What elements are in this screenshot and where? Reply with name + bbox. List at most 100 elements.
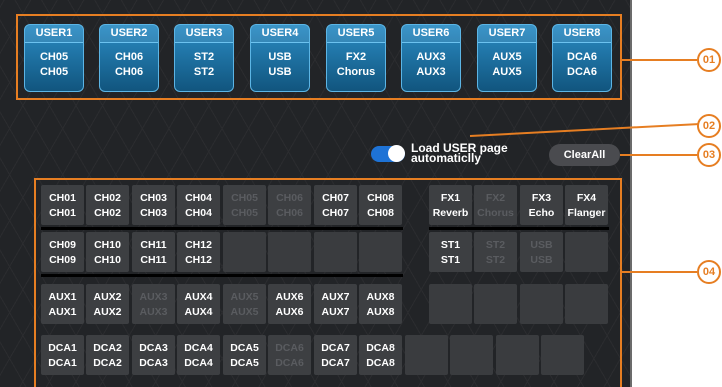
dca-button-dca2[interactable]: DCA2 DCA2 xyxy=(86,335,129,375)
user-button-channel: FX2 xyxy=(345,51,367,63)
callout-02: 02 xyxy=(697,114,721,138)
user-button-name: ST2 xyxy=(193,66,215,78)
channel-button-ch02[interactable]: CH02 CH02 xyxy=(86,185,129,225)
user-button-channel: AUX3 xyxy=(416,51,446,63)
aux-button-aux6[interactable]: AUX6 AUX6 xyxy=(268,284,311,324)
aux-name: AUX2 xyxy=(93,306,122,318)
dca-label: DCA1 xyxy=(48,342,77,354)
dca-label: DCA8 xyxy=(366,342,395,354)
aux-name: AUX8 xyxy=(366,306,395,318)
callout-04: 04 xyxy=(697,260,721,284)
row-divider xyxy=(41,227,403,230)
channel-button-ch04[interactable]: CH04 CH04 xyxy=(177,185,220,225)
user-button-label: USER4 xyxy=(251,25,309,43)
channel-button-ch05[interactable]: CH05 CH05 xyxy=(223,185,266,225)
fx-button-fx1[interactable]: FX1 Reverb xyxy=(429,185,472,225)
dca-button-dca3[interactable]: DCA3 DCA3 xyxy=(132,335,175,375)
empty-slot xyxy=(314,232,357,272)
user-button-name: Chorus xyxy=(336,66,376,78)
stereo-button-st2[interactable]: ST2 ST2 xyxy=(474,232,517,272)
dca-button-dca8[interactable]: DCA8 DCA8 xyxy=(359,335,402,375)
user-button-name: AUX5 xyxy=(492,66,522,78)
dca-button-dca5[interactable]: DCA5 DCA5 xyxy=(223,335,266,375)
load-user-page-toggle[interactable] xyxy=(371,145,405,162)
aux-button-aux2[interactable]: AUX2 AUX2 xyxy=(86,284,129,324)
channel-button-ch07[interactable]: CH07 CH07 xyxy=(314,185,357,225)
aux-label: AUX1 xyxy=(48,291,77,303)
usb-label: USB xyxy=(530,239,553,251)
user-button-3[interactable]: USER3 ST2 ST2 xyxy=(174,24,234,92)
user-button-5[interactable]: USER5 FX2 Chorus xyxy=(326,24,386,92)
callout-line xyxy=(622,271,697,273)
user-button-label: USER3 xyxy=(175,25,233,43)
aux-button-aux5[interactable]: AUX5 AUX5 xyxy=(223,284,266,324)
empty-slot xyxy=(565,284,608,324)
dca-label: DCA2 xyxy=(93,342,122,354)
user-button-1[interactable]: USER1 CH05 CH05 xyxy=(24,24,84,92)
fx-label: FX4 xyxy=(576,192,597,204)
channel-button-ch01[interactable]: CH01 CH01 xyxy=(41,185,84,225)
aux-name: AUX7 xyxy=(321,306,350,318)
dca-name: DCA7 xyxy=(321,357,350,369)
dca-button-dca1[interactable]: DCA1 DCA1 xyxy=(41,335,84,375)
dca-button-dca4[interactable]: DCA4 DCA4 xyxy=(177,335,220,375)
aux-label: AUX4 xyxy=(184,291,213,303)
channel-button-ch11[interactable]: CH11 CH11 xyxy=(132,232,175,272)
user-button-6[interactable]: USER6 AUX3 AUX3 xyxy=(401,24,461,92)
fx-button-fx3[interactable]: FX3 Echo xyxy=(520,185,563,225)
aux-button-aux4[interactable]: AUX4 AUX4 xyxy=(177,284,220,324)
aux-button-aux8[interactable]: AUX8 AUX8 xyxy=(359,284,402,324)
channel-button-ch12[interactable]: CH12 CH12 xyxy=(177,232,220,272)
fx-name: Reverb xyxy=(432,207,469,219)
user-buttons-section: USER1 CH05 CH05 USER2 CH06 CH06 USER3 ST… xyxy=(16,14,622,100)
row-divider xyxy=(41,274,403,277)
channel-name: CH03 xyxy=(140,207,167,219)
channel-button-ch09[interactable]: CH09 CH09 xyxy=(41,232,84,272)
channel-label: CH12 xyxy=(185,239,212,251)
channel-label: CH03 xyxy=(140,192,167,204)
empty-slot xyxy=(223,232,266,272)
aux-button-aux7[interactable]: AUX7 AUX7 xyxy=(314,284,357,324)
channel-label: CH01 xyxy=(49,192,76,204)
channel-label: CH11 xyxy=(140,239,167,251)
user-button-label: USER5 xyxy=(327,25,385,43)
empty-slot xyxy=(450,335,493,375)
user-button-2[interactable]: USER2 CH06 CH06 xyxy=(99,24,159,92)
user-button-channel: DCA6 xyxy=(567,51,597,63)
channel-label: CH06 xyxy=(276,192,303,204)
aux-label: AUX2 xyxy=(93,291,122,303)
load-user-page-label: Load USER page automaticlly xyxy=(411,141,508,165)
aux-label: AUX7 xyxy=(321,291,350,303)
channel-label: CH05 xyxy=(231,192,258,204)
channel-button-ch03[interactable]: CH03 CH03 xyxy=(132,185,175,225)
clear-all-button[interactable]: ClearAll xyxy=(549,144,620,166)
usb-button[interactable]: USB USB xyxy=(520,232,563,272)
channel-button-ch08[interactable]: CH08 CH08 xyxy=(359,185,402,225)
user-button-channel: CH06 xyxy=(114,51,144,63)
empty-slot xyxy=(474,284,517,324)
user-button-name: AUX3 xyxy=(416,66,446,78)
user-button-7[interactable]: USER7 AUX5 AUX5 xyxy=(477,24,537,92)
channel-name: CH12 xyxy=(185,254,212,266)
user-button-4[interactable]: USER4 USB USB xyxy=(250,24,310,92)
channel-name: CH05 xyxy=(231,207,258,219)
channel-label: CH02 xyxy=(94,192,121,204)
callout-line xyxy=(620,154,697,156)
aux-name: AUX5 xyxy=(230,306,259,318)
fx-button-fx4[interactable]: FX4 Flanger xyxy=(565,185,608,225)
fx-name: Chorus xyxy=(477,207,514,219)
user-button-8[interactable]: USER8 DCA6 DCA6 xyxy=(552,24,612,92)
user-button-channel: USB xyxy=(268,51,292,63)
dca-button-dca7[interactable]: DCA7 DCA7 xyxy=(314,335,357,375)
aux-button-aux3[interactable]: AUX3 AUX3 xyxy=(132,284,175,324)
fx-button-fx2[interactable]: FX2 Chorus xyxy=(474,185,517,225)
channel-label: CH07 xyxy=(322,192,349,204)
channel-button-ch06[interactable]: CH06 CH06 xyxy=(268,185,311,225)
channel-button-ch10[interactable]: CH10 CH10 xyxy=(86,232,129,272)
aux-button-aux1[interactable]: AUX1 AUX1 xyxy=(41,284,84,324)
dca-button-dca6[interactable]: DCA6 DCA6 xyxy=(268,335,311,375)
stereo-button-st1[interactable]: ST1 ST1 xyxy=(429,232,472,272)
dca-name: DCA6 xyxy=(275,357,304,369)
mixer-screen: USER1 CH05 CH05 USER2 CH06 CH06 USER3 ST… xyxy=(0,0,632,387)
empty-slot xyxy=(496,335,539,375)
